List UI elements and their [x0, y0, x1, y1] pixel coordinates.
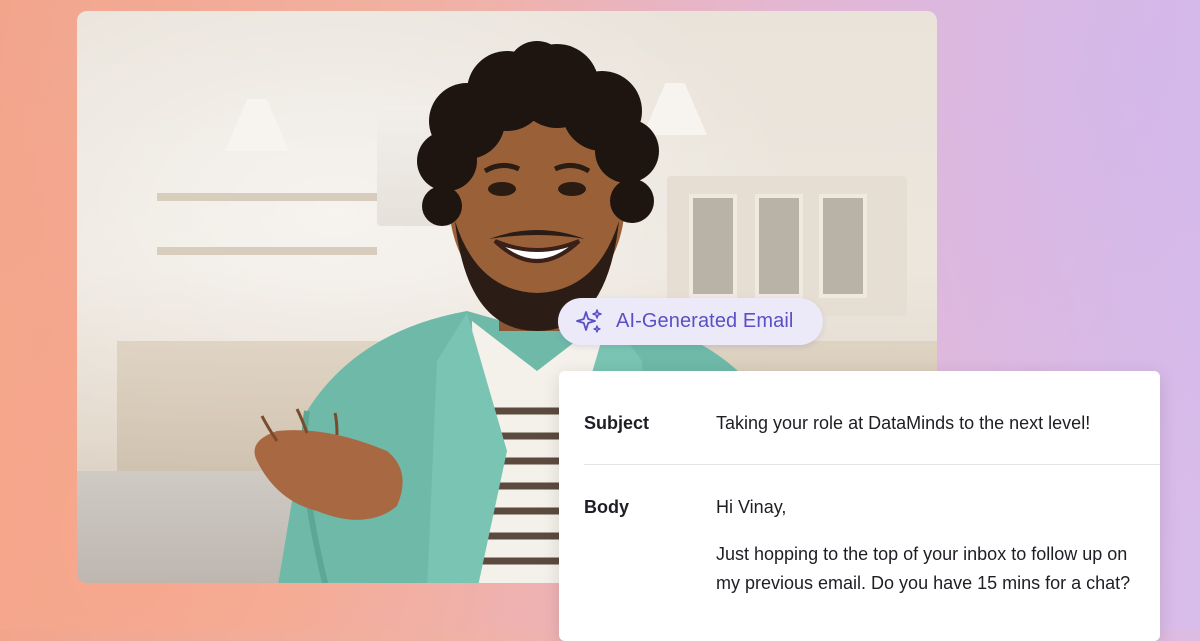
sparkles-icon	[576, 308, 602, 333]
body-label: Body	[584, 497, 629, 517]
body-greeting: Hi Vinay,	[716, 497, 787, 517]
subject-label: Subject	[584, 413, 650, 433]
subject-value: Taking your role at DataMinds to the nex…	[716, 413, 1091, 433]
body-paragraph: Just hopping to the top of your inbox to…	[716, 544, 1131, 593]
ai-generated-badge: AI-Generated Email	[558, 298, 823, 345]
ai-badge-label: AI-Generated Email	[616, 310, 794, 332]
row-divider	[584, 464, 1160, 465]
email-preview-card: Subject Taking your role at DataMinds to…	[559, 371, 1160, 641]
